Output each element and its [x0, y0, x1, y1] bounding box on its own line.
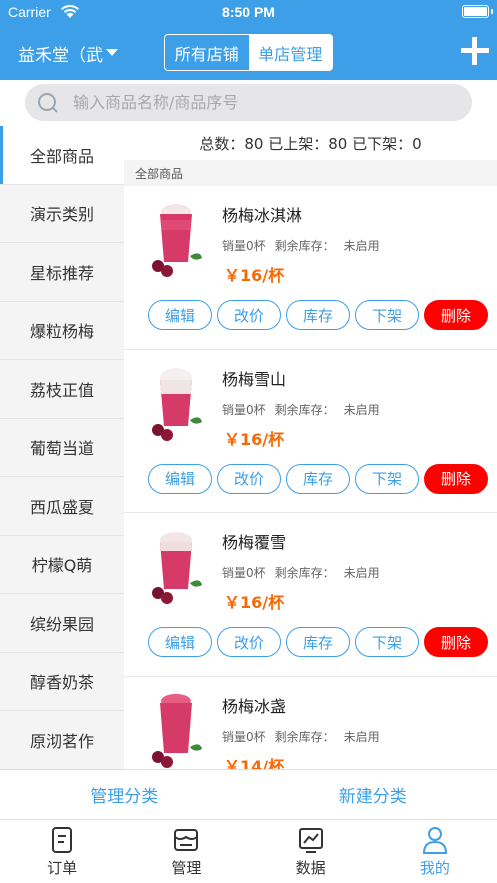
segment-all-stores[interactable]: 所有店铺: [165, 35, 249, 70]
product-price: ￥16/杯: [224, 593, 285, 612]
product-stock-value: 未启用: [343, 566, 380, 580]
top-nav-bar: 益禾堂（武 所有店铺 单店管理: [0, 24, 497, 80]
store-name: 益禾堂（武: [18, 46, 103, 66]
delist-button[interactable]: 下架: [355, 627, 419, 657]
inventory-summary: 总数：80 已上架：80 已下架：0: [199, 134, 422, 153]
status-bar: Carrier 8:50 PM: [0, 0, 497, 24]
product-price: ￥16/杯: [224, 429, 285, 449]
edit-button[interactable]: 编辑: [148, 463, 212, 494]
caret-down-icon: [106, 49, 118, 56]
product-stock-label: 剩余库存：: [274, 239, 335, 253]
segment-single-store[interactable]: 单店管理: [248, 35, 332, 70]
tab-orders[interactable]: 订单: [0, 820, 124, 883]
product-row[interactable]: 杨梅覆雪 销量0杯 剩余库存： 未启用 ￥16/杯 编辑 改价 库存 下架 删除: [124, 513, 497, 677]
product-image: [152, 204, 202, 277]
category-action-bar: 管理分类 新建分类: [0, 769, 497, 819]
tab-label: 订单: [47, 859, 78, 877]
product-price: ￥16/杯: [224, 266, 285, 285]
product-stock-value: 未启用: [343, 729, 380, 744]
search-bar: [25, 84, 472, 121]
category-item[interactable]: 演示类别: [0, 185, 124, 243]
category-item[interactable]: 爆粒杨梅: [0, 302, 124, 360]
tab-label: 数据: [295, 859, 326, 877]
stock-button[interactable]: 库存: [286, 300, 350, 330]
search-icon: [37, 92, 59, 114]
tab-data[interactable]: 数据: [249, 820, 373, 883]
category-item[interactable]: 星标推荐: [0, 243, 124, 302]
product-price: ￥14/杯: [224, 756, 285, 770]
category-item[interactable]: 荔枝正值: [0, 360, 124, 419]
clock: 8:50 PM: [222, 4, 275, 20]
bottom-tab-bar: 订单 管理 数据 我的: [0, 819, 497, 883]
product-stock-label: 剩余库存：: [274, 566, 335, 580]
product-row[interactable]: 杨梅雪山 销量0杯 剩余库存： 未启用 ￥16/杯 编辑 改价 库存 下架 删除: [124, 350, 497, 513]
change-price-button[interactable]: 改价: [217, 463, 281, 494]
delete-button[interactable]: 删除: [424, 463, 488, 494]
product-sales: 销量0杯: [222, 729, 266, 744]
search-area: [0, 80, 497, 126]
category-item[interactable]: 缤纷果园: [0, 594, 124, 653]
category-item[interactable]: 柠檬Q萌: [0, 536, 124, 594]
product-image: [152, 693, 202, 768]
product-meta: 销量0杯 剩余库存： 未启用: [222, 237, 389, 254]
tab-label: 我的: [419, 859, 450, 877]
manage-category-button[interactable]: 管理分类: [0, 770, 249, 819]
delete-button[interactable]: 删除: [424, 627, 488, 657]
product-name: 杨梅雪山: [222, 369, 287, 389]
stock-button[interactable]: 库存: [286, 627, 350, 657]
product-list-panel: 总数：80 已上架：80 已下架：0 全部商品 杨梅冰淇淋 销量0杯 剩余库存：未…: [124, 126, 497, 769]
category-sidebar: 全部商品 演示类别 星标推荐 爆粒杨梅 荔枝正值 葡萄当道 西瓜盛夏 柠檬Q萌 …: [0, 126, 124, 769]
product-stock-label: 剩余库存：: [274, 402, 335, 417]
chart-icon: [298, 828, 323, 853]
category-item[interactable]: 葡萄当道: [0, 419, 124, 477]
product-meta: 销量0杯 剩余库存： 未启用: [222, 401, 389, 418]
section-header: 全部商品: [124, 160, 497, 186]
product-sales: 销量0杯: [222, 239, 266, 253]
add-icon[interactable]: [461, 37, 489, 65]
product-name: 杨梅冰淇淋: [222, 206, 303, 225]
product-meta: 销量0杯 剩余库存： 未启用: [222, 728, 389, 745]
product-row[interactable]: 杨梅冰盏 销量0杯 剩余库存： 未启用 ￥14/杯: [124, 677, 497, 770]
change-price-button[interactable]: 改价: [217, 300, 281, 330]
change-price-button[interactable]: 改价: [217, 627, 281, 657]
category-item[interactable]: 醇香奶茶: [0, 653, 124, 711]
product-name: 杨梅覆雪: [222, 533, 287, 552]
product-image: [152, 367, 202, 441]
category-item[interactable]: 西瓜盛夏: [0, 477, 124, 536]
product-actions: 编辑 改价 库存 下架 删除: [148, 300, 493, 330]
stock-button[interactable]: 库存: [286, 463, 350, 494]
tab-manage[interactable]: 管理: [124, 820, 248, 883]
product-sales: 销量0杯: [222, 566, 266, 580]
product-meta: 销量0杯 剩余库存： 未启用: [222, 564, 389, 581]
user-icon: [422, 827, 447, 854]
delist-button[interactable]: 下架: [355, 463, 419, 494]
product-stock-value: 未启用: [343, 239, 380, 253]
edit-button[interactable]: 编辑: [148, 627, 212, 657]
store-icon: [174, 829, 199, 851]
product-actions: 编辑 改价 库存 下架 删除: [148, 463, 493, 494]
battery-icon: [462, 5, 489, 18]
tab-me[interactable]: 我的: [373, 820, 497, 883]
product-sales: 销量0杯: [222, 402, 266, 417]
product-row[interactable]: 杨梅冰淇淋 销量0杯 剩余库存： 未启用 ￥16/杯 编辑 改价 库存 下架 删除: [124, 186, 497, 350]
tab-label: 管理: [171, 859, 202, 877]
delete-button[interactable]: 删除: [424, 300, 488, 330]
product-image: [152, 532, 202, 604]
product-stock-value: 未启用: [343, 402, 380, 417]
delist-button[interactable]: 下架: [355, 300, 419, 330]
product-stock-label: 剩余库存：: [274, 729, 335, 744]
category-item[interactable]: 原沏茗作: [0, 711, 124, 769]
battery-tip: [491, 9, 493, 14]
category-item-all[interactable]: 全部商品: [0, 126, 124, 185]
store-selector[interactable]: 益禾堂（武: [18, 41, 118, 66]
search-input[interactable]: [73, 93, 433, 112]
product-actions: 编辑 改价 库存 下架 删除: [148, 627, 493, 657]
new-category-button[interactable]: 新建分类: [249, 770, 497, 819]
store-scope-segmented-control: 所有店铺 单店管理: [164, 34, 333, 71]
order-icon: [52, 827, 73, 853]
product-name: 杨梅冰盏: [222, 696, 287, 716]
edit-button[interactable]: 编辑: [148, 300, 212, 330]
